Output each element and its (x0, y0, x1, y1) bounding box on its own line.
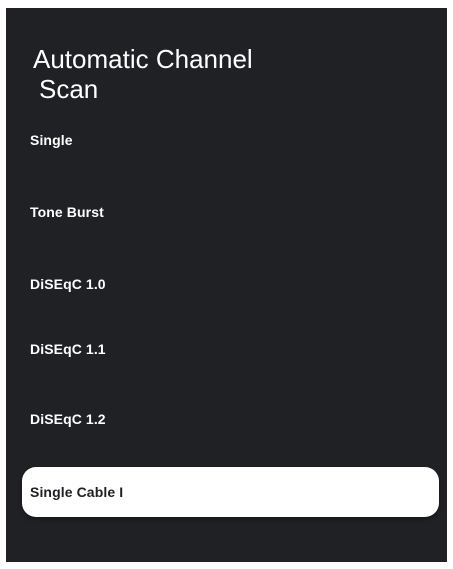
option-label: Single Cable I (30, 484, 124, 500)
page-title: Automatic Channel Scan (33, 44, 393, 104)
option-diseqc-1-0[interactable]: DiSEqC 1.0 (22, 259, 439, 309)
channel-scan-panel: Automatic Channel Scan Single Tone Burst… (6, 8, 447, 562)
page-title-line-2: Scan (39, 74, 99, 104)
option-label: Tone Burst (30, 204, 104, 220)
option-diseqc-1-2[interactable]: DiSEqC 1.2 (22, 394, 439, 444)
option-single[interactable]: Single (22, 115, 439, 165)
page-title-line-1: Automatic Channel (33, 44, 253, 74)
option-tone-burst[interactable]: Tone Burst (22, 187, 439, 237)
option-diseqc-1-1[interactable]: DiSEqC 1.1 (22, 324, 439, 374)
option-label: DiSEqC 1.2 (30, 411, 106, 427)
option-label: DiSEqC 1.0 (30, 276, 106, 292)
option-single-cable-i[interactable]: Single Cable I (22, 467, 439, 517)
option-label: Single (30, 132, 73, 148)
option-label: DiSEqC 1.1 (30, 341, 106, 357)
